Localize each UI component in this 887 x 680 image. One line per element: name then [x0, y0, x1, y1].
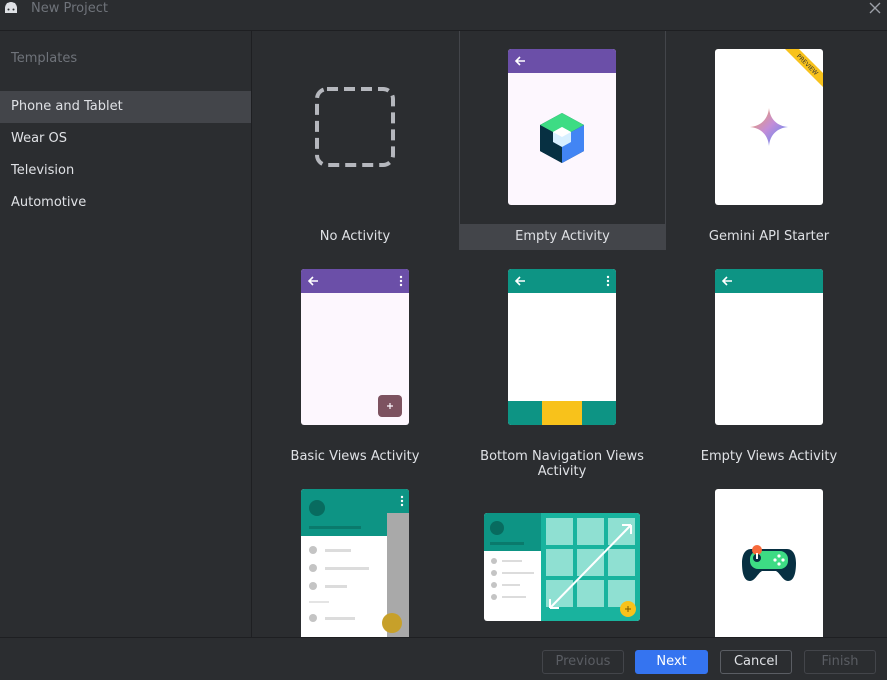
phone-preview [508, 49, 616, 205]
finish-button[interactable]: Finish [804, 650, 876, 674]
previous-button[interactable]: Previous [542, 650, 624, 674]
avatar [309, 500, 325, 516]
template-empty-views-activity[interactable]: Empty Views Activity [666, 251, 872, 469]
content-scrim [382, 489, 409, 637]
template-label: Basic Views Activity [290, 449, 420, 464]
list-items [491, 558, 534, 600]
overflow-menu-icon [400, 495, 404, 507]
app-bar [387, 489, 409, 513]
template-empty-activity[interactable]: Empty Activity [459, 31, 666, 250]
template-label: No Activity [319, 229, 391, 244]
cancel-button[interactable]: Cancel [720, 650, 792, 674]
arrow-back-icon [307, 276, 318, 286]
list-header [484, 513, 541, 551]
dashed-square-icon [315, 87, 395, 167]
sidebar-item-automotive[interactable]: Automotive [0, 187, 251, 219]
sidebar-header: Templates [11, 51, 78, 66]
phone-preview [715, 489, 823, 637]
header-text-line [309, 526, 361, 529]
detail-grid [541, 513, 640, 621]
window-title: New Project [31, 1, 108, 16]
phone-preview [508, 269, 616, 425]
title-bar: New Project [0, 0, 887, 31]
template-gemini-api-starter[interactable]: PREVIEW Gemini API Starter [666, 31, 872, 249]
template-gallery: No Activity Empty Activity PREVIEW Gemin… [252, 31, 887, 637]
overflow-menu-icon [606, 275, 610, 287]
sidebar-item-wear-os[interactable]: Wear OS [0, 123, 251, 155]
jetpack-compose-icon [540, 113, 584, 163]
preview-badge: PREVIEW [795, 53, 819, 77]
template-responsive-views-activity[interactable] [459, 471, 665, 637]
template-game-activity[interactable] [666, 471, 872, 637]
overflow-menu-icon [399, 275, 403, 287]
app-bar [715, 269, 823, 293]
template-navigation-drawer-views-activity[interactable] [252, 471, 458, 637]
close-icon[interactable] [869, 2, 881, 14]
tablet-preview [484, 513, 640, 621]
sidebar-item-television[interactable]: Television [0, 155, 251, 187]
game-controller-icon [742, 545, 796, 581]
android-studio-icon [5, 2, 17, 13]
plus-icon [387, 403, 393, 409]
template-label: Empty Activity [515, 229, 610, 244]
sidebar-item-phone-and-tablet[interactable]: Phone and Tablet [0, 91, 251, 123]
app-bar [508, 49, 616, 73]
fab [378, 395, 402, 417]
selected-nav-item [542, 401, 582, 425]
drawer-header [301, 489, 387, 536]
bottom-navigation-bar [508, 401, 616, 425]
arrow-back-icon [514, 276, 525, 286]
dialog-footer: Previous Next Cancel Finish [0, 637, 887, 680]
preview-ribbon: PREVIEW [785, 49, 823, 87]
drawer-menu-list [309, 546, 369, 622]
app-bar [301, 269, 409, 293]
template-basic-views-activity[interactable]: Basic Views Activity [252, 251, 458, 469]
gemini-sparkle-icon [750, 108, 788, 146]
header-text-line [490, 542, 524, 545]
arrow-back-icon [514, 56, 525, 66]
expand-arrow-icon [546, 518, 636, 617]
arrow-back-icon [721, 276, 732, 286]
template-bottom-navigation-views-activity[interactable]: Bottom Navigation Views Activity [459, 251, 665, 479]
avatar [490, 521, 504, 535]
app-bar [508, 269, 616, 293]
phone-preview [715, 269, 823, 425]
template-label: Gemini API Starter [708, 229, 830, 244]
next-button[interactable]: Next [635, 650, 708, 674]
phone-preview [301, 269, 409, 425]
template-no-activity[interactable]: No Activity [252, 31, 458, 249]
template-category-sidebar: Templates Phone and Tablet Wear OS Telev… [0, 31, 252, 637]
phone-preview [301, 489, 409, 637]
template-label: Empty Views Activity [700, 449, 838, 464]
phone-preview: PREVIEW [715, 49, 823, 205]
